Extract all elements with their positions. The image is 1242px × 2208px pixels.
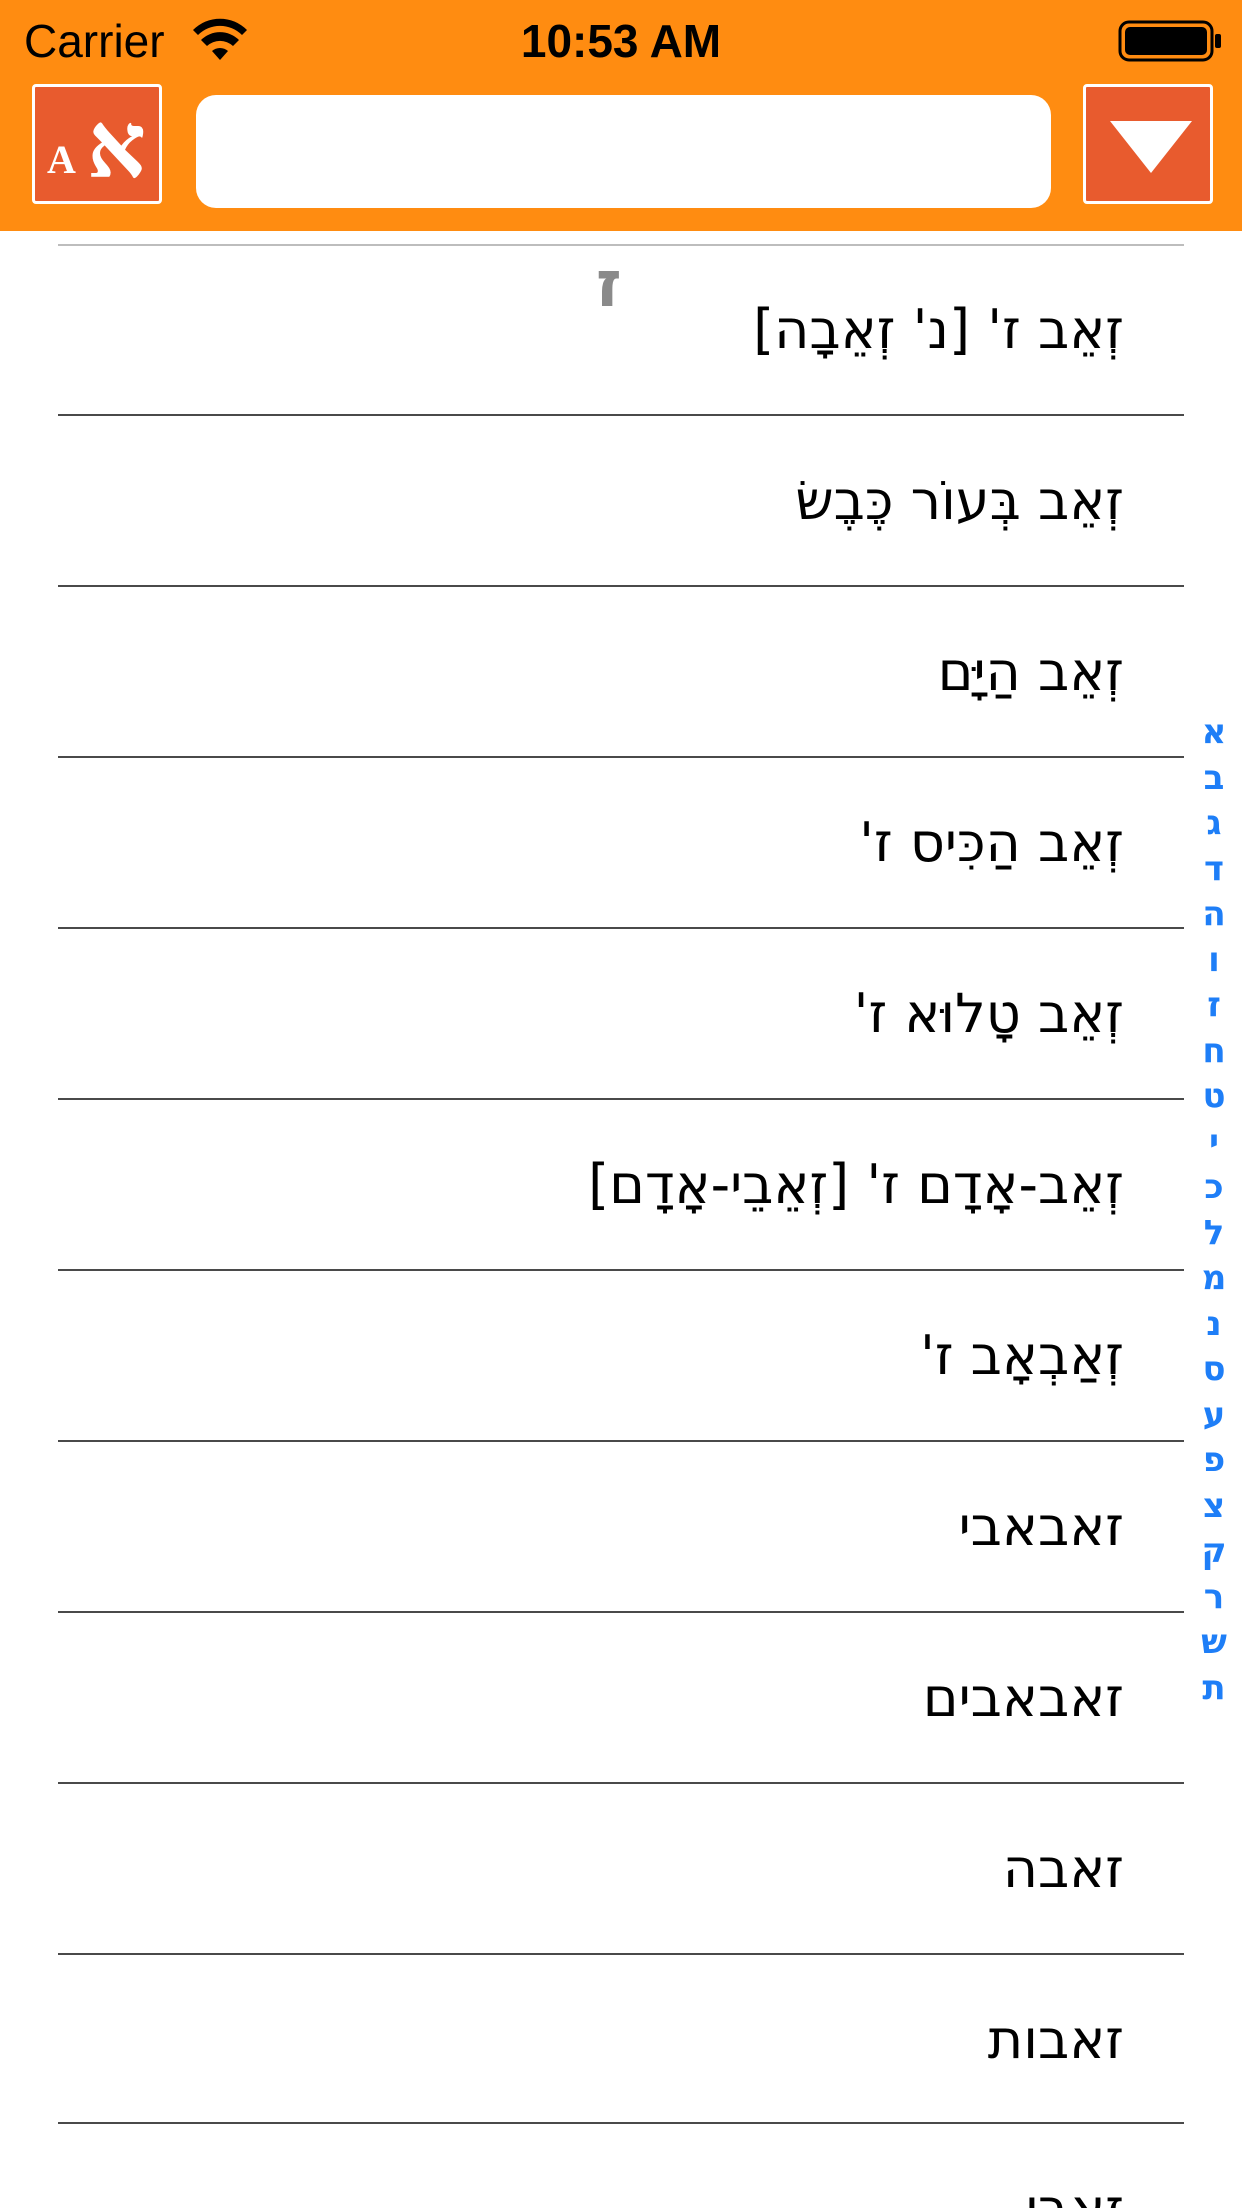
language-toggle-button[interactable]: A א xyxy=(32,84,162,204)
list-item[interactable]: זְאַבְאָב ז' xyxy=(58,1306,1124,1406)
triangle-down-icon xyxy=(1110,121,1192,173)
hebrew-aleph-glyph: א xyxy=(87,91,147,199)
index-letter[interactable]: כ xyxy=(1190,1165,1238,1211)
index-letter[interactable]: א xyxy=(1190,710,1238,756)
row-divider xyxy=(58,1269,1184,1271)
index-letter[interactable]: ע xyxy=(1190,1393,1238,1439)
row-divider xyxy=(58,585,1184,587)
index-letter[interactable]: פ xyxy=(1190,1438,1238,1484)
index-letter[interactable]: ר xyxy=(1190,1575,1238,1621)
row-divider xyxy=(58,1611,1184,1613)
dropdown-button[interactable] xyxy=(1083,84,1213,204)
index-letter[interactable]: ט xyxy=(1190,1074,1238,1120)
index-letter[interactable]: ד xyxy=(1190,847,1238,893)
index-letter[interactable]: ו xyxy=(1190,938,1238,984)
battery-icon xyxy=(1118,20,1221,62)
list-item[interactable]: זְאֵב-אָדָם ז' [זְאֵבֵי-אָדָם] xyxy=(58,1135,1124,1235)
index-letter[interactable]: י xyxy=(1190,1120,1238,1166)
list-item[interactable]: זאבות xyxy=(58,1990,1124,2090)
list-item[interactable]: זְאֵב הַיָּם xyxy=(58,622,1124,722)
index-letter[interactable]: ש xyxy=(1190,1620,1238,1666)
index-letter[interactable]: צ xyxy=(1190,1484,1238,1530)
alphabet-index-bar[interactable]: א ב ג ד ה ו ז ח ט י כ ל מ נ ס ע פ צ ק ר … xyxy=(1190,710,1238,1711)
list-item[interactable]: זְאֵב בְּעוֹר כֶּבֶשׂ xyxy=(58,451,1124,551)
index-letter[interactable]: ב xyxy=(1190,756,1238,802)
list-item[interactable]: זאבה xyxy=(58,1819,1124,1919)
results-list: ז זְאֵב ז' [נ' זְאֵבָה] זְאֵב בְּעוֹר כֶ… xyxy=(0,231,1242,2208)
list-item[interactable]: זאבי xyxy=(58,2159,1124,2208)
index-letter[interactable]: מ xyxy=(1190,1256,1238,1302)
list-item[interactable]: זְאֵב ז' [נ' זְאֵבָה] xyxy=(58,280,1124,380)
index-letter[interactable]: ה xyxy=(1190,892,1238,938)
row-divider xyxy=(58,2122,1184,2124)
index-letter[interactable]: ס xyxy=(1190,1347,1238,1393)
app-header: Carrier 10:53 AM A א xyxy=(0,0,1242,231)
latin-a-glyph: A xyxy=(47,137,76,182)
row-divider xyxy=(58,1782,1184,1784)
index-letter[interactable]: ז xyxy=(1190,983,1238,1029)
list-item[interactable]: זְאֵב הַכִּיס ז' xyxy=(58,793,1124,893)
index-letter[interactable]: ת xyxy=(1190,1666,1238,1712)
list-item[interactable]: זאבאבי xyxy=(58,1477,1124,1577)
row-divider xyxy=(58,414,1184,416)
row-divider xyxy=(58,1440,1184,1442)
row-divider xyxy=(58,927,1184,929)
index-letter[interactable]: ח xyxy=(1190,1029,1238,1075)
index-letter[interactable]: ק xyxy=(1190,1529,1238,1575)
index-letter[interactable]: ל xyxy=(1190,1211,1238,1257)
status-bar: Carrier 10:53 AM xyxy=(0,0,1242,84)
row-divider xyxy=(58,1953,1184,1955)
index-letter[interactable]: ג xyxy=(1190,801,1238,847)
row-divider xyxy=(58,756,1184,758)
list-item[interactable]: זְאֵב טָלוּא ז' xyxy=(58,964,1124,1064)
index-letter[interactable]: נ xyxy=(1190,1302,1238,1348)
row-divider xyxy=(58,1098,1184,1100)
search-input[interactable] xyxy=(196,95,1051,208)
list-item[interactable]: זאבאבים xyxy=(58,1648,1124,1748)
status-time: 10:53 AM xyxy=(520,15,722,67)
